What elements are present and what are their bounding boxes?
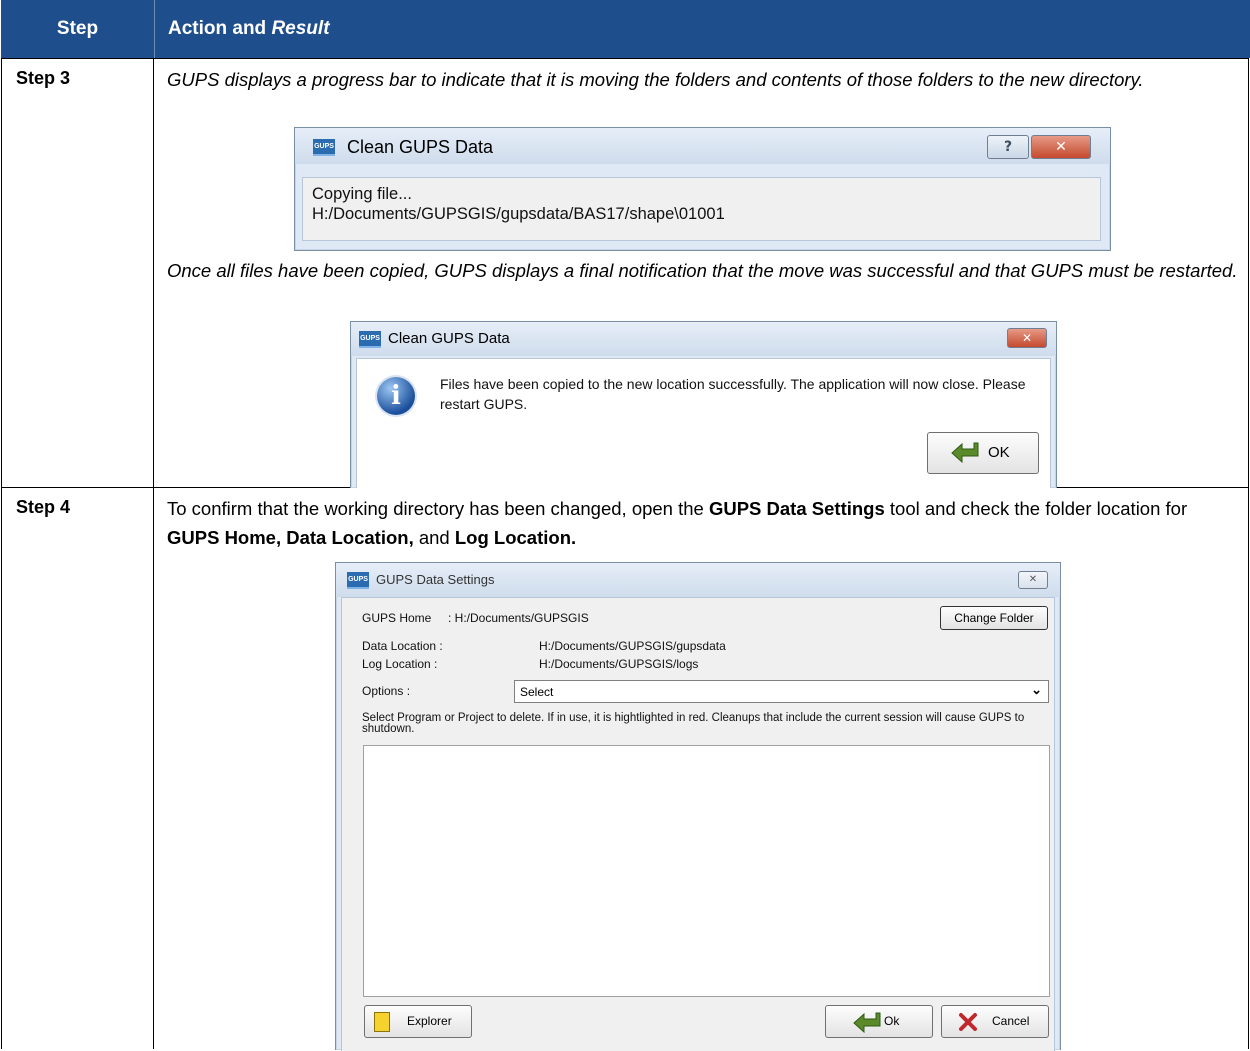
gups-logo-icon: GUPS (359, 331, 381, 348)
header-result-text: Result (271, 18, 330, 39)
gups-data-settings-dialog: GUPS GUPS Data Settings ✕ GUPS Home : H:… (335, 562, 1061, 1051)
complete-dialog-title: Clean GUPS Data (388, 330, 510, 347)
step-4-paragraph: To confirm that the working directory ha… (167, 494, 1242, 552)
complete-message: Files have been copied to the new locati… (440, 376, 1026, 412)
header-divider (154, 0, 155, 58)
ok-arrow-icon (951, 442, 979, 463)
cancel-button[interactable]: Cancel (941, 1005, 1049, 1038)
copying-status: Copying file... (312, 185, 412, 203)
copy-complete-dialog: GUPS Clean GUPS Data ✕ i Files have been… (350, 321, 1057, 488)
change-folder-button[interactable]: Change Folder (940, 606, 1048, 630)
cancel-x-icon (959, 1013, 977, 1031)
gups-logo-icon: GUPS (313, 139, 335, 156)
close-button[interactable]: ✕ (1031, 135, 1091, 159)
table-border-left (1, 58, 2, 1049)
table-border-right (1248, 58, 1249, 1049)
options-dropdown[interactable]: Select ⌄ (514, 680, 1049, 703)
copy-progress-dialog: GUPS Clean GUPS Data ? ✕ Copying file...… (294, 127, 1111, 251)
complete-dialog-body: i Files have been copied to the new loca… (356, 358, 1051, 488)
copy-dialog-titlebar: GUPS Clean GUPS Data ? ✕ (295, 128, 1110, 164)
help-button[interactable]: ? (987, 135, 1029, 159)
header-action-text: Action and (168, 18, 272, 39)
ok-label: OK (988, 444, 1010, 461)
options-label: Options : (362, 684, 411, 698)
complete-dialog-titlebar: GUPS Clean GUPS Data ✕ (351, 322, 1056, 356)
info-icon: i (377, 377, 415, 415)
step-4-label: Step 4 (16, 497, 71, 517)
ok-label: Ok (884, 1014, 900, 1028)
options-selected-value: Select (520, 685, 554, 699)
close-button[interactable]: ✕ (1007, 328, 1047, 348)
data-location-label: Data Location : (362, 639, 443, 653)
table-column-divider (153, 58, 154, 1049)
step-4-text-c: tool and check the folder location for (884, 498, 1188, 519)
ok-button[interactable]: Ok (825, 1005, 933, 1038)
table-header: Step Action and Result (1, 0, 1250, 58)
step-3-paragraph-1: GUPS displays a progress bar to indicate… (167, 69, 1144, 90)
cancel-label: Cancel (992, 1014, 1030, 1028)
cleanup-instructions: Select Program or Project to delete. If … (362, 712, 1025, 735)
settings-dialog-body: GUPS Home : H:/Documents/GUPSGIS Change … (341, 597, 1055, 1051)
step-3-paragraph-2: Once all files have been copied, GUPS di… (167, 260, 1238, 281)
gups-home-label: GUPS Home (362, 611, 432, 625)
step-4-text-d: GUPS Home, Data Location, (167, 527, 414, 548)
ok-arrow-icon (853, 1012, 881, 1033)
step-4-text-b: GUPS Data Settings (708, 498, 885, 519)
settings-dialog-titlebar: GUPS GUPS Data Settings ✕ (336, 563, 1060, 597)
close-button[interactable]: ✕ (1018, 571, 1048, 589)
copying-file-path: H:/Documents/GUPSGIS/gupsdata/BAS17/shap… (312, 205, 725, 223)
explorer-label: Explorer (407, 1014, 452, 1028)
gups-logo-icon: GUPS (347, 572, 369, 589)
gups-home-value: : H:/Documents/GUPSGIS (448, 611, 589, 625)
settings-dialog-title: GUPS Data Settings (376, 572, 495, 587)
log-location-label: Log Location : (362, 657, 438, 671)
table-header-bottom (1, 58, 1249, 59)
data-location-value: H:/Documents/GUPSGIS/gupsdata (539, 639, 726, 653)
header-action: Action and Result (168, 0, 330, 58)
copy-dialog-title: Clean GUPS Data (347, 137, 494, 157)
chevron-down-icon[interactable]: ⌄ (1031, 682, 1042, 698)
explorer-button[interactable]: Explorer (364, 1005, 472, 1038)
ok-button[interactable]: OK (927, 432, 1039, 474)
program-project-list[interactable] (363, 745, 1050, 997)
log-location-value: H:/Documents/GUPSGIS/logs (539, 657, 699, 671)
step-4-text-f: Log Location. (454, 527, 577, 548)
step-3-label: Step 3 (16, 68, 71, 88)
header-step: Step (56, 18, 99, 39)
folder-icon (374, 1012, 390, 1032)
step-4-text-e: and (413, 527, 455, 548)
step-4-text-a: To confirm that the working directory ha… (167, 498, 709, 519)
copy-dialog-body: Copying file... H:/Documents/GUPSGIS/gup… (302, 177, 1101, 241)
